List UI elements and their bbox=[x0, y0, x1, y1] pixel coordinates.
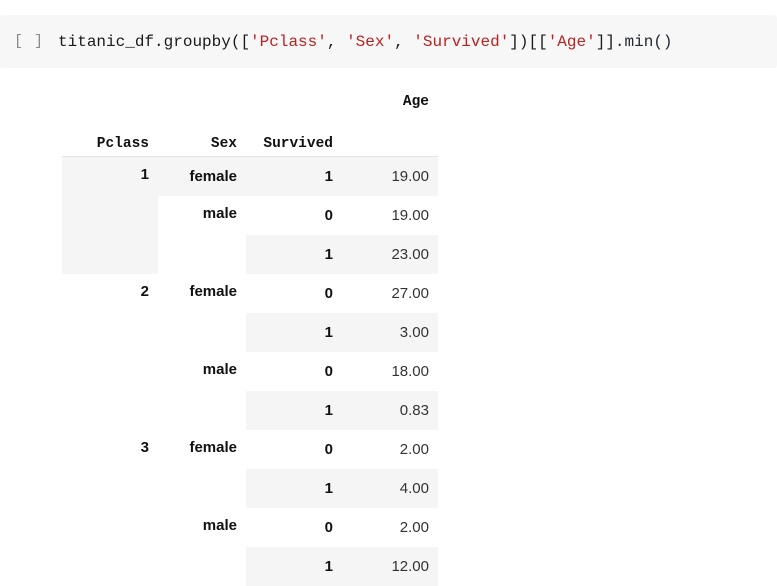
cell-sex: male bbox=[158, 352, 246, 430]
cell-age: 27.00 bbox=[342, 274, 438, 313]
header-index-pclass: Pclass bbox=[62, 114, 158, 157]
cell-sex: male bbox=[158, 196, 246, 274]
cell-age: 18.00 bbox=[342, 352, 438, 391]
cell-sex: female bbox=[158, 157, 246, 197]
cell-survived: 1 bbox=[246, 547, 342, 586]
code-token-string-5: 'Survived' bbox=[413, 33, 509, 51]
cell-survived: 0 bbox=[246, 508, 342, 547]
header-index-blank bbox=[342, 114, 438, 157]
notebook-code-cell[interactable]: [ ] titanic_df.groupby(['Pclass', 'Sex',… bbox=[0, 15, 777, 68]
header-index-survived: Survived bbox=[246, 114, 342, 157]
run-cell-prompt[interactable]: [ ] bbox=[14, 33, 44, 50]
code-cell-inner: [ ] titanic_df.groupby(['Pclass', 'Sex',… bbox=[0, 15, 777, 68]
cell-age: 3.00 bbox=[342, 313, 438, 352]
cell-age: 2.00 bbox=[342, 508, 438, 547]
cell-age: 19.00 bbox=[342, 157, 438, 197]
code-token-string-7: 'Age' bbox=[548, 33, 596, 51]
cell-age: 12.00 bbox=[342, 547, 438, 586]
header-index-sex: Sex bbox=[158, 114, 246, 157]
dataframe-body: 1female119.00male019.00123.002female027.… bbox=[62, 157, 438, 586]
code-input-line[interactable]: titanic_df.groupby(['Pclass', 'Sex', 'Su… bbox=[58, 32, 673, 52]
cell-survived: 0 bbox=[246, 352, 342, 391]
cell-survived: 0 bbox=[246, 274, 342, 313]
code-token-string-3: 'Sex' bbox=[346, 33, 394, 51]
cell-sex: male bbox=[158, 508, 246, 586]
code-token-plain-8: ]] bbox=[596, 33, 615, 51]
header-row-index-names: Pclass Sex Survived bbox=[62, 114, 438, 157]
dataframe-table: Age Pclass Sex Survived 1female119.00mal… bbox=[62, 74, 438, 586]
cell-survived: 0 bbox=[246, 196, 342, 235]
cell-pclass: 2 bbox=[62, 274, 158, 430]
cell-output-area: Age Pclass Sex Survived 1female119.00mal… bbox=[0, 74, 777, 586]
header-blank-sex bbox=[158, 74, 246, 114]
cell-sex: female bbox=[158, 430, 246, 508]
header-blank-survived bbox=[246, 74, 342, 114]
code-token-plain-0: titanic_df.groupby([ bbox=[58, 33, 250, 51]
header-column-age: Age bbox=[342, 74, 438, 114]
cell-survived: 0 bbox=[246, 430, 342, 469]
header-blank-pclass bbox=[62, 74, 158, 114]
code-token-function-9: .min() bbox=[615, 33, 673, 51]
cell-age: 4.00 bbox=[342, 469, 438, 508]
header-row-columns: Age bbox=[62, 74, 438, 114]
table-row: 2female027.00 bbox=[62, 274, 438, 313]
code-token-plain-2: , bbox=[327, 33, 346, 51]
code-token-plain-6: ])[[ bbox=[509, 33, 547, 51]
cell-age: 19.00 bbox=[342, 196, 438, 235]
code-token-string-1: 'Pclass' bbox=[250, 33, 327, 51]
code-token-plain-4: , bbox=[394, 33, 413, 51]
cell-age: 2.00 bbox=[342, 430, 438, 469]
dataframe-header: Age Pclass Sex Survived bbox=[62, 74, 438, 157]
cell-survived: 1 bbox=[246, 235, 342, 274]
table-row: 1female119.00 bbox=[62, 157, 438, 197]
cell-survived: 1 bbox=[246, 469, 342, 508]
cell-survived: 1 bbox=[246, 157, 342, 197]
cell-survived: 1 bbox=[246, 313, 342, 352]
table-row: 3female02.00 bbox=[62, 430, 438, 469]
cell-survived: 1 bbox=[246, 391, 342, 430]
cell-age: 0.83 bbox=[342, 391, 438, 430]
cell-age: 23.00 bbox=[342, 235, 438, 274]
cell-sex: female bbox=[158, 274, 246, 352]
cell-pclass: 3 bbox=[62, 430, 158, 586]
cell-pclass: 1 bbox=[62, 157, 158, 275]
